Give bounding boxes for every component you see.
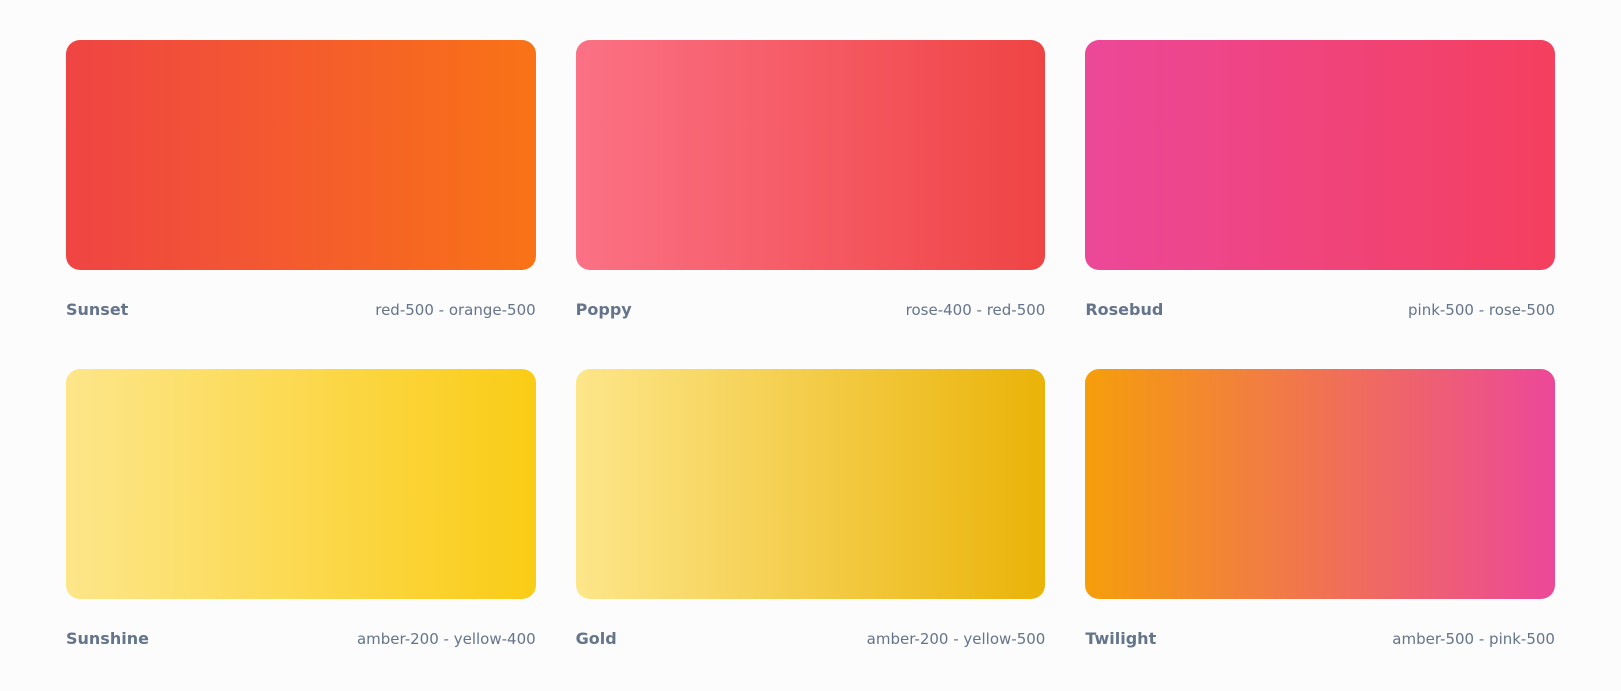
gradient-name: Twilight [1085, 629, 1156, 648]
gradient-meta: Gold amber-200 - yellow-500 [576, 629, 1046, 648]
gradient-name: Sunset [66, 300, 128, 319]
gradient-name: Poppy [576, 300, 632, 319]
gradient-meta: Poppy rose-400 - red-500 [576, 300, 1046, 319]
gradient-grid: Sunset red-500 - orange-500 Poppy rose-4… [66, 40, 1555, 648]
gradient-meta: Rosebud pink-500 - rose-500 [1085, 300, 1555, 319]
gradient-swatch-rosebud [1085, 40, 1555, 270]
gradient-colors: red-500 - orange-500 [375, 301, 535, 319]
gradient-colors: amber-200 - yellow-400 [357, 630, 536, 648]
gradient-meta: Sunset red-500 - orange-500 [66, 300, 536, 319]
gradient-colors: pink-500 - rose-500 [1408, 301, 1555, 319]
gradient-card: Sunshine amber-200 - yellow-400 [66, 369, 536, 648]
gradient-card: Twilight amber-500 - pink-500 [1085, 369, 1555, 648]
gradient-swatch-sunshine [66, 369, 536, 599]
gradient-colors: amber-200 - yellow-500 [867, 630, 1046, 648]
gradient-swatch-sunset [66, 40, 536, 270]
gradient-swatch-gold [576, 369, 1046, 599]
gradient-meta: Twilight amber-500 - pink-500 [1085, 629, 1555, 648]
gradient-name: Sunshine [66, 629, 149, 648]
gradient-card: Rosebud pink-500 - rose-500 [1085, 40, 1555, 319]
gradient-colors: rose-400 - red-500 [906, 301, 1046, 319]
gradient-swatch-poppy [576, 40, 1046, 270]
gradient-card: Sunset red-500 - orange-500 [66, 40, 536, 319]
gradient-name: Gold [576, 629, 617, 648]
gradient-swatch-twilight [1085, 369, 1555, 599]
gradient-card: Poppy rose-400 - red-500 [576, 40, 1046, 319]
gradient-colors: amber-500 - pink-500 [1392, 630, 1555, 648]
gradient-card: Gold amber-200 - yellow-500 [576, 369, 1046, 648]
gradient-meta: Sunshine amber-200 - yellow-400 [66, 629, 536, 648]
gradient-name: Rosebud [1085, 300, 1163, 319]
